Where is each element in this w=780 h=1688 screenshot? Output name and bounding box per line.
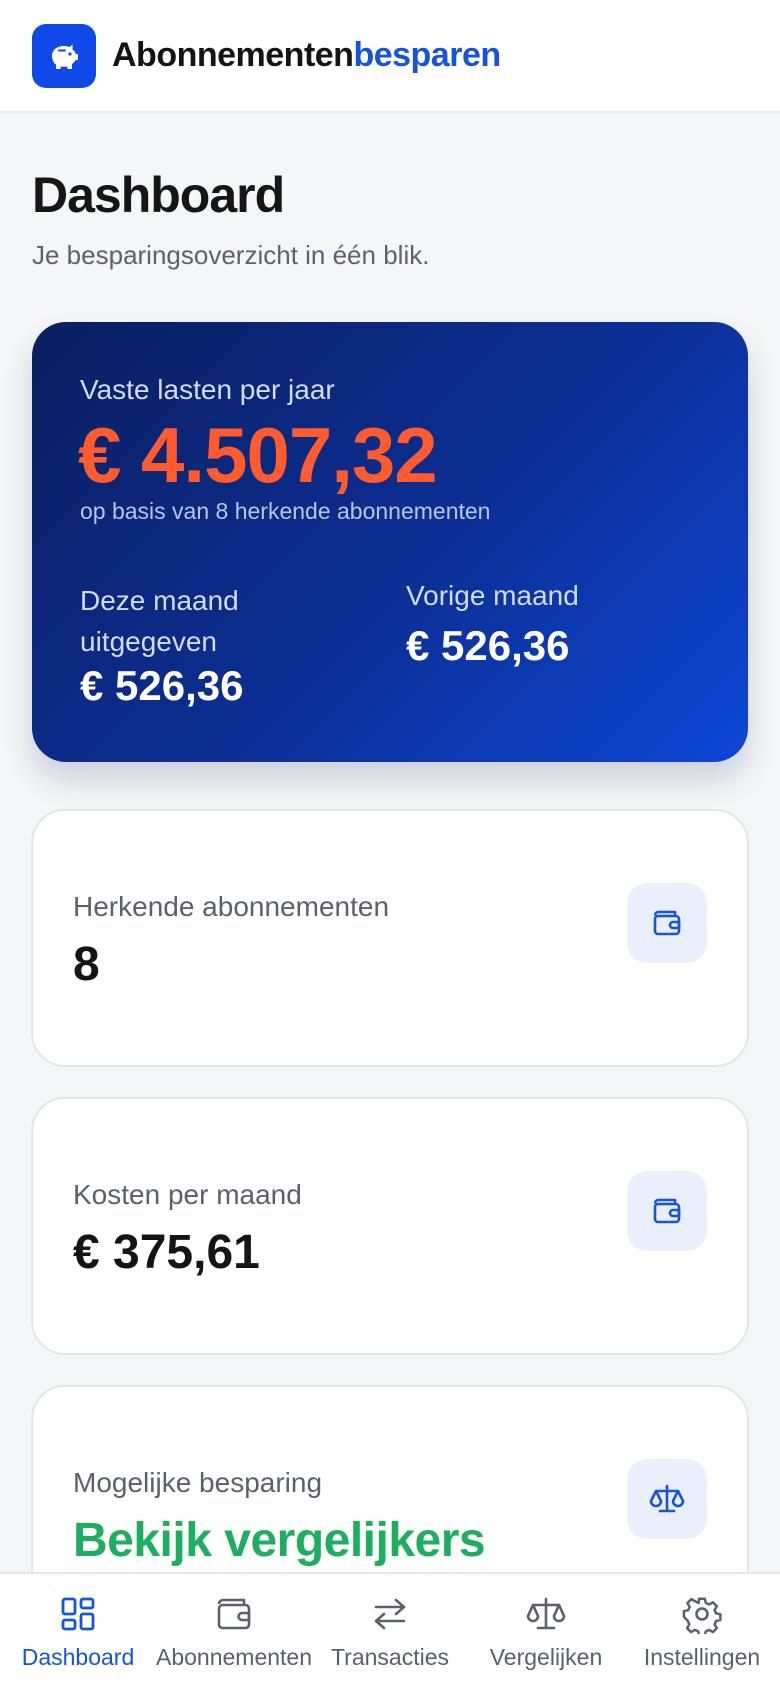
card-label: Herkende abonnementen [73,891,390,922]
wallet-icon [217,1598,251,1630]
card-value: € 375,61 [73,1226,260,1279]
hero-yearly-amount: € 4.507,32 [78,411,438,499]
prev-month-value: € 526,36 [406,622,570,669]
brand-name[interactable]: Abonnementenbesparen [112,36,501,75]
prev-month-label: Vorige maand [406,580,579,611]
arrows-swap-icon [374,1598,406,1630]
compare-providers-link[interactable]: Bekijk vergelijkers [73,1513,486,1568]
hero-label: Vaste lasten per jaar [80,374,335,405]
yearly-costs-hero-card: Vaste lasten per jaar € 4.507,32 op basi… [32,322,748,762]
brand-name-part2: besparen [353,36,501,74]
page-subtitle: Je besparingsoverzicht in één blik. [32,240,430,270]
nav-label: Vergelijken [489,1644,603,1670]
card-recognized-subscriptions[interactable]: Herkende abonnementen 8 [31,809,749,1067]
wallet-icon [627,1171,707,1251]
piggy-bank-icon[interactable] [32,23,96,88]
scale-icon [526,1597,566,1630]
card-monthly-costs[interactable]: Kosten per maand € 375,61 [31,1097,749,1355]
nav-label: Transacties [330,1644,450,1670]
brand-name-part1: Abonnementen [112,36,354,74]
hero-basis-text: op basis van 8 herkende abonnementen [80,498,491,524]
nav-item-settings[interactable]: Instellingen [624,1574,780,1688]
wallet-icon [627,883,707,963]
card-label: Kosten per maand [73,1179,302,1210]
nav-label: Dashboard [21,1644,135,1670]
scale-icon [627,1459,707,1539]
nav-item-dashboard[interactable]: Dashboard [0,1574,156,1688]
nav-item-compare[interactable]: Vergelijken [468,1574,624,1688]
nav-label: Abonnementen [156,1644,313,1670]
card-label: Mogelijke besparing [73,1467,323,1498]
this-month-label: Deze maand uitgegeven [80,585,239,657]
nav-label: Instellingen [643,1644,761,1670]
app-header: Abonnementenbesparen [0,0,780,113]
nav-item-transactions[interactable]: Transacties [312,1574,468,1688]
bottom-navigation: Dashboard Abonnementen Transacties Verge… [0,1572,780,1688]
nav-item-subscriptions[interactable]: Abonnementen [156,1574,312,1688]
page-title: Dashboard [32,167,285,223]
this-month-value: € 526,36 [80,662,244,709]
dashboard-grid-icon [61,1597,95,1631]
card-value: 8 [73,938,100,991]
gear-icon [682,1597,722,1634]
